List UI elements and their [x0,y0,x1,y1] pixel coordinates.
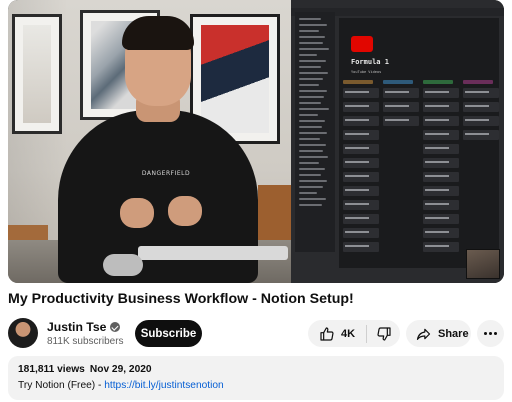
share-label: Share [438,327,469,340]
video-scene: DANGERFIELD [8,0,291,283]
notion-page: Formula 1 YouTube Videos [339,18,499,268]
view-date-row: 181,811 views Nov 29, 2020 [18,364,152,375]
board-column [343,80,379,264]
subscribe-button[interactable]: Subscribe [135,320,202,347]
video-player[interactable]: DANGERFIELD Formula 1 YouTube Videos [8,0,504,283]
notion-link[interactable]: https://bit.ly/justintsenotion [104,380,223,391]
thumbs-up-icon [320,326,334,341]
like-count: 4K [341,327,356,340]
notion-screen: Formula 1 YouTube Videos [291,0,504,283]
description-prefix: Try Notion (Free) - [18,380,105,391]
verified-check-icon [110,322,121,332]
description-box[interactable]: 181,811 views Nov 29, 2020 Try Notion (Fr… [8,356,504,400]
cabinet [258,185,291,240]
like-dislike-group: 4K [308,320,400,347]
share-arrow-icon [416,328,431,340]
like-button[interactable]: 4K [308,320,366,347]
keyboard [138,246,288,260]
dislike-button[interactable] [367,320,400,347]
wall-frame [12,14,62,134]
channel-name[interactable]: Justin Tse [47,320,106,334]
webcam-pip [466,249,500,279]
channel-avatar[interactable] [8,318,38,348]
notion-page-title: Formula 1 [351,58,389,66]
notion-sidebar [295,12,335,252]
f1-logo [351,36,373,52]
view-count: 181,811 views [18,364,85,375]
notion-page-subtitle: YouTube Videos [351,70,382,74]
description-text: Try Notion (Free) - https://bit.ly/justi… [18,380,224,391]
more-actions-button[interactable] [477,320,504,347]
share-button[interactable]: Share [406,320,471,347]
channel-name-row[interactable]: Justin Tse [47,320,121,334]
mouse [103,254,143,276]
board-column [463,80,499,264]
thumbs-down-icon [376,326,391,341]
hoodie-text: DANGERFIELD [141,170,191,177]
subscriber-count: 811K subscribers [47,336,124,347]
upload-date: Nov 29, 2020 [89,364,152,375]
video-title: My Productivity Business Workflow - Noti… [8,291,354,307]
board-column [383,80,419,264]
more-horizontal-icon [482,332,498,335]
board-column [423,80,459,264]
